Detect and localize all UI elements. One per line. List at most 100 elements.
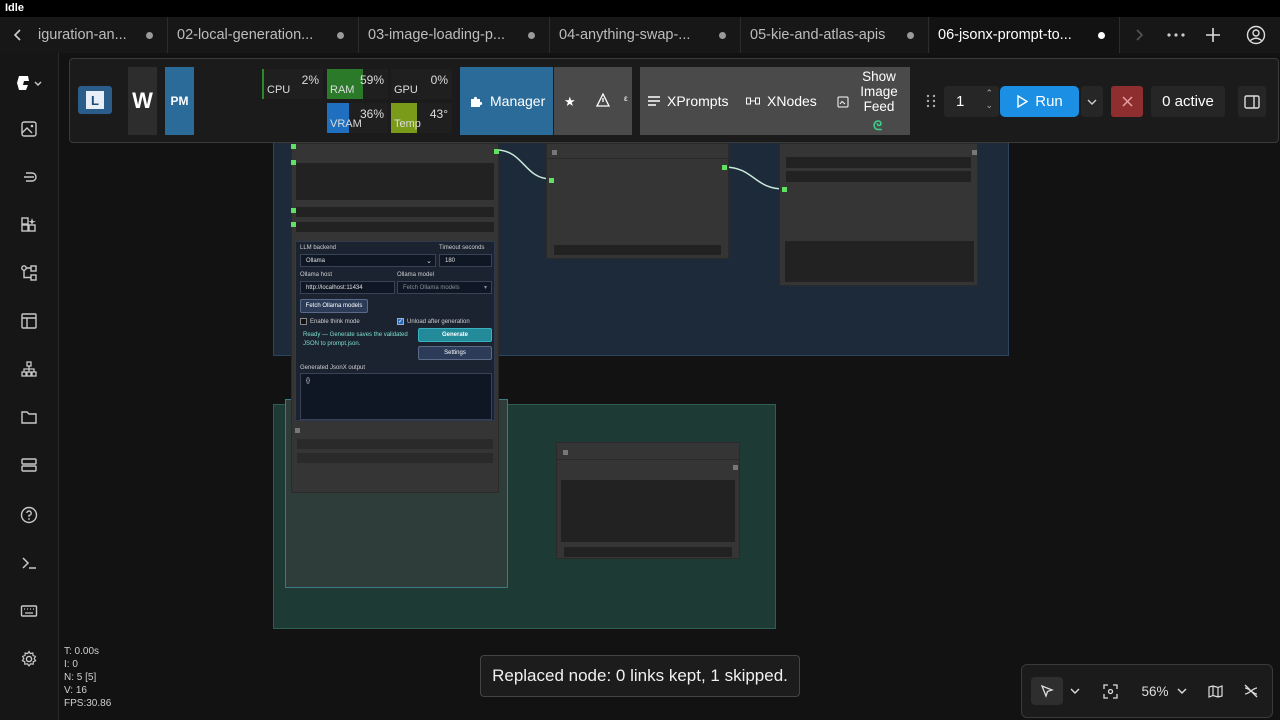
input-port[interactable] bbox=[295, 428, 300, 433]
unsaved-dot-icon[interactable] bbox=[528, 31, 535, 39]
unsaved-dot-icon[interactable] bbox=[146, 31, 153, 39]
user-icon[interactable] bbox=[1241, 17, 1271, 53]
ollama-model-label: Ollama model bbox=[397, 272, 435, 278]
sidebar bbox=[0, 53, 59, 720]
gpu-monitor: 0% GPU bbox=[391, 69, 452, 99]
graph-node-2[interactable] bbox=[546, 143, 729, 259]
select-tool-icon[interactable] bbox=[1031, 677, 1063, 705]
tab-workflow-06[interactable]: 06-jsonx-prompt-to... bbox=[930, 17, 1120, 53]
plus-icon[interactable] bbox=[1198, 17, 1228, 53]
think-mode-checkbox[interactable] bbox=[300, 318, 307, 325]
l-badge-label: L bbox=[86, 91, 104, 109]
cancel-button[interactable] bbox=[1111, 86, 1143, 117]
more-horizontal-icon[interactable] bbox=[1161, 17, 1191, 53]
active-queue-button[interactable]: 0 active bbox=[1151, 86, 1225, 117]
output-port[interactable] bbox=[733, 465, 738, 470]
jsonx-output-textarea[interactable]: {} bbox=[300, 373, 492, 420]
input-port[interactable] bbox=[549, 178, 554, 183]
run-options-button[interactable] bbox=[1081, 86, 1103, 117]
temp-monitor: 43° Temp bbox=[391, 103, 452, 133]
input-port[interactable] bbox=[782, 187, 787, 192]
fit-view-icon[interactable] bbox=[1098, 677, 1122, 705]
output-port[interactable] bbox=[494, 149, 499, 154]
tab-workflow-05[interactable]: 05-kie-and-atlas-apis bbox=[742, 17, 929, 53]
chevron-down-icon: ⌄ bbox=[426, 258, 432, 265]
xnodes-button[interactable]: XNodes bbox=[746, 87, 831, 115]
templates-icon[interactable] bbox=[14, 306, 44, 336]
tab-label: 02-local-generation... bbox=[177, 27, 314, 43]
graph-node-3[interactable] bbox=[779, 143, 978, 286]
folder-icon[interactable] bbox=[14, 402, 44, 432]
unload-checkbox[interactable]: ✓ bbox=[397, 318, 404, 325]
queue-icon[interactable] bbox=[14, 450, 44, 480]
input-port[interactable] bbox=[291, 208, 296, 213]
tab-label: 05-kie-and-atlas-apis bbox=[750, 27, 886, 43]
models-icon[interactable] bbox=[14, 162, 44, 192]
comfy-logo-icon[interactable] bbox=[14, 68, 44, 98]
l-badge-button[interactable]: L bbox=[78, 86, 112, 114]
settings-icon[interactable] bbox=[14, 644, 44, 674]
zoom-level-select[interactable]: 56% bbox=[1134, 677, 1194, 705]
keyboard-icon[interactable] bbox=[14, 596, 44, 626]
pm-badge-button[interactable]: PM bbox=[165, 67, 194, 135]
nodes-icon[interactable] bbox=[14, 210, 44, 240]
graph-canvas[interactable]: LLM backend Timeout seconds Ollama ⌄ 180… bbox=[59, 53, 1280, 720]
input-port[interactable] bbox=[563, 450, 568, 455]
tab-workflow-02[interactable]: 02-local-generation... bbox=[169, 17, 359, 53]
batch-count-stepper[interactable]: 1 ⌃ ⌄ bbox=[944, 86, 999, 117]
chevron-down-icon bbox=[1087, 99, 1097, 105]
unsaved-dot-icon[interactable] bbox=[719, 31, 726, 39]
input-port[interactable] bbox=[291, 222, 296, 227]
terminal-icon[interactable] bbox=[14, 548, 44, 578]
tab-workflow-01[interactable]: iguration-an... bbox=[30, 17, 168, 53]
output-port[interactable] bbox=[722, 165, 727, 170]
llm-backend-select[interactable]: Ollama ⌄ bbox=[300, 254, 436, 267]
close-icon bbox=[1121, 96, 1133, 107]
unsaved-dot-icon[interactable] bbox=[907, 31, 914, 39]
jsonx-prompt-node[interactable]: LLM backend Timeout seconds Ollama ⌄ 180… bbox=[291, 143, 499, 493]
show-image-feed-button[interactable]: Show Image Feed ᘓ bbox=[834, 69, 906, 133]
warning-icon[interactable] bbox=[595, 92, 611, 110]
ollama-model-select[interactable]: Fetch Ollama models ▾ bbox=[397, 281, 492, 294]
toast-notification: Replaced node: 0 links kept, 1 skipped. bbox=[480, 655, 800, 697]
settings-button[interactable]: Settings bbox=[418, 346, 492, 360]
workflows-icon[interactable] bbox=[14, 258, 44, 288]
cpu-value: 2% bbox=[301, 73, 319, 87]
hide-links-icon[interactable] bbox=[1238, 677, 1264, 705]
w-badge-button[interactable]: W bbox=[128, 67, 157, 135]
chevron-down-icon[interactable] bbox=[1066, 677, 1084, 705]
help-icon[interactable] bbox=[14, 500, 44, 530]
run-label: Run bbox=[1035, 93, 1063, 110]
stepper-up-icon[interactable]: ⌃ bbox=[985, 88, 993, 99]
drag-handle-icon[interactable] bbox=[926, 94, 936, 108]
run-button[interactable]: Run bbox=[1000, 86, 1079, 117]
xprompts-button[interactable]: XPrompts bbox=[648, 87, 743, 115]
input-port[interactable] bbox=[291, 160, 296, 165]
ollama-host-input[interactable]: http://localhost:11434 bbox=[300, 281, 395, 294]
output-port[interactable] bbox=[972, 150, 977, 155]
graph-node-4[interactable] bbox=[556, 442, 740, 559]
chevron-right-icon[interactable] bbox=[1124, 17, 1154, 53]
toggle-panel-icon[interactable] bbox=[1238, 86, 1266, 117]
chevron-left-icon[interactable] bbox=[3, 17, 33, 53]
input-port[interactable] bbox=[552, 150, 557, 155]
manager-button[interactable]: Manager bbox=[460, 67, 553, 135]
xnodes-label: XNodes bbox=[767, 93, 817, 109]
stat-nodes: N: 5 [5] bbox=[64, 672, 97, 683]
images-icon[interactable] bbox=[14, 114, 44, 144]
unsaved-dot-icon[interactable] bbox=[337, 31, 344, 39]
timeout-input[interactable]: 180 bbox=[439, 254, 492, 267]
top-toolbar: L W PM 2% CPU 59% RAM 0% GPU 36% VRAM 43° Tem… bbox=[69, 58, 1279, 143]
unsaved-dot-icon[interactable] bbox=[1098, 31, 1105, 39]
input-port[interactable] bbox=[291, 144, 296, 149]
star-icon[interactable]: ★ bbox=[564, 94, 576, 110]
minimap-icon[interactable] bbox=[1203, 677, 1227, 705]
caret-down-icon: ▾ bbox=[483, 285, 487, 291]
tab-workflow-03[interactable]: 03-image-loading-p... bbox=[360, 17, 550, 53]
generate-button[interactable]: Generate bbox=[418, 328, 492, 342]
node-library-icon[interactable] bbox=[14, 354, 44, 384]
timeout-label: Timeout seconds bbox=[439, 245, 485, 251]
stepper-down-icon[interactable]: ⌄ bbox=[985, 100, 993, 111]
tab-workflow-04[interactable]: 04-anything-swap-... bbox=[551, 17, 741, 53]
fetch-ollama-models-button[interactable]: Fetch Ollama models bbox=[300, 299, 368, 313]
